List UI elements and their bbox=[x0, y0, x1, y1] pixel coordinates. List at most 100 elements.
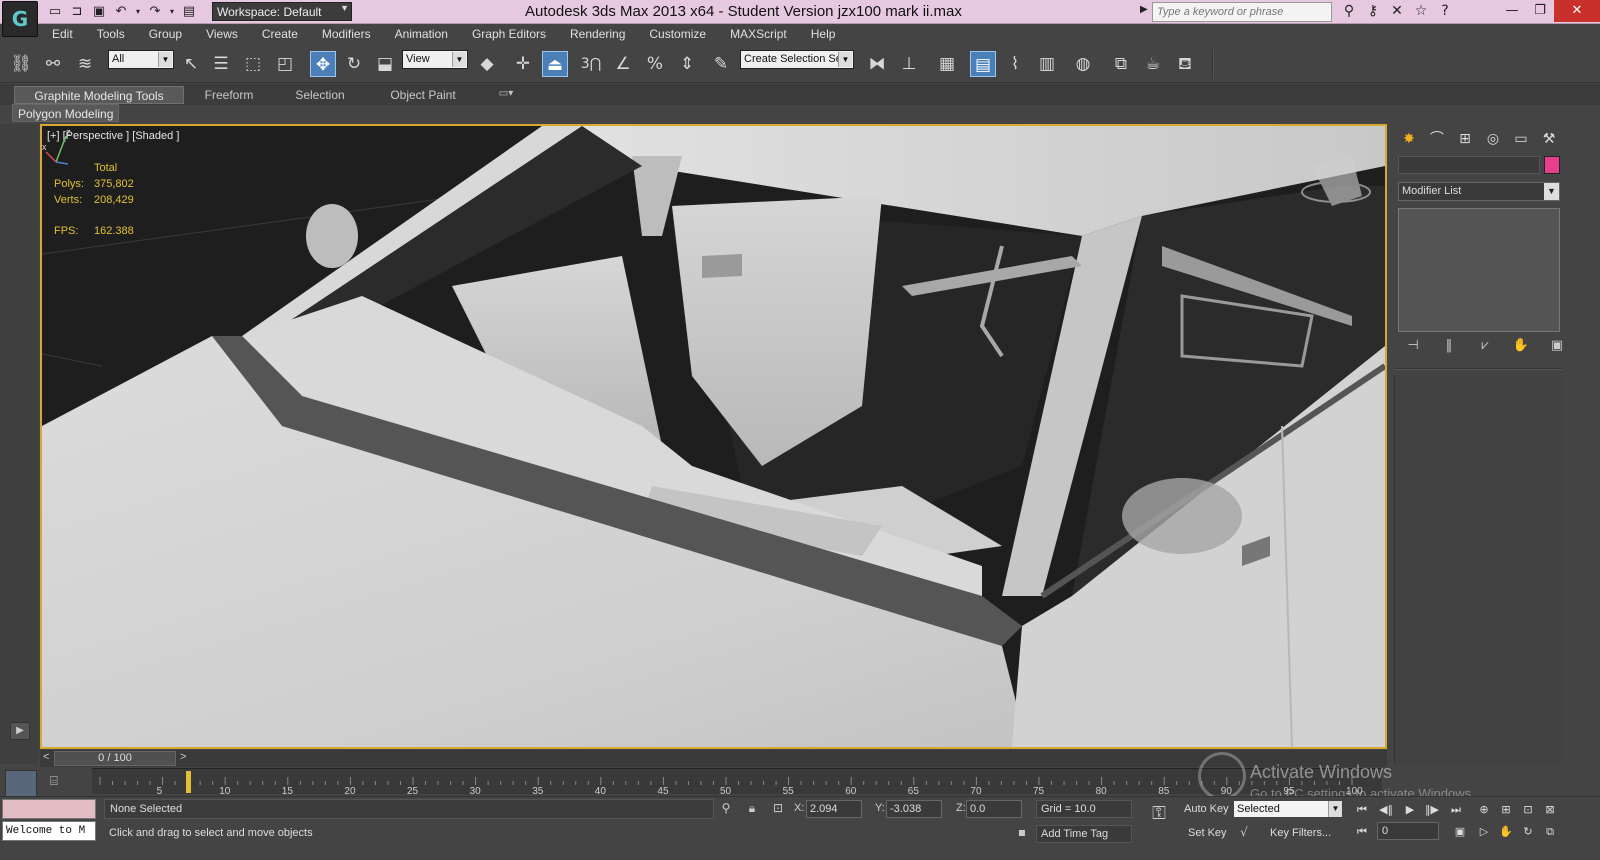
edit-named-selection-icon[interactable]: ✎ bbox=[708, 51, 734, 77]
zoom-extents-icon[interactable]: ⊡ bbox=[1518, 801, 1538, 819]
communication-icon[interactable]: ✕ bbox=[1388, 3, 1406, 21]
expand-trackbar-icon[interactable]: ▶ bbox=[10, 722, 30, 740]
add-time-tag-button[interactable]: Add Time Tag bbox=[1036, 825, 1132, 843]
favorites-star-icon[interactable]: ☆ bbox=[1412, 3, 1430, 21]
redo-dropdown-icon[interactable]: ▾ bbox=[168, 3, 176, 21]
hierarchy-tab-icon[interactable]: ⊞ bbox=[1454, 128, 1476, 150]
next-key-icon[interactable]: ‖▶ bbox=[1422, 801, 1442, 819]
perspective-viewport[interactable]: [+] [Perspective ] [Shaded ] Total Polys… bbox=[40, 124, 1387, 749]
new-file-icon[interactable]: ▭ bbox=[46, 3, 64, 21]
render-production-icon[interactable]: ⛾ bbox=[1172, 51, 1198, 77]
zoom-icon[interactable]: ⊕ bbox=[1474, 801, 1494, 819]
ribbon-options-icon[interactable]: ▭▾ bbox=[492, 86, 520, 104]
play-icon[interactable]: ▶ bbox=[1400, 801, 1420, 819]
isolate-selection-icon[interactable]: ⚲ bbox=[718, 801, 734, 817]
menu-help[interactable]: Help bbox=[799, 25, 848, 45]
minimize-icon[interactable]: — bbox=[1498, 0, 1526, 22]
object-color-swatch[interactable] bbox=[1544, 156, 1560, 174]
render-setup-icon[interactable]: ⧉ bbox=[1108, 51, 1134, 77]
bind-space-warp-icon[interactable]: ≋ bbox=[72, 51, 98, 77]
project-folder-icon[interactable]: ▤ bbox=[180, 3, 198, 21]
modifier-list-dropdown[interactable]: Modifier List ▼ bbox=[1398, 182, 1560, 201]
undo-dropdown-icon[interactable]: ▾ bbox=[134, 3, 142, 21]
select-and-move-icon[interactable]: ✥ bbox=[310, 51, 336, 77]
key-mode-dropdown[interactable]: Selected ▼ bbox=[1233, 800, 1343, 818]
go-to-start-icon[interactable]: ⏮ bbox=[1352, 801, 1372, 819]
app-logo[interactable]: G bbox=[2, 1, 38, 37]
select-and-rotate-icon[interactable]: ↻ bbox=[341, 51, 367, 77]
schematic-view-icon[interactable]: ▥ bbox=[1034, 51, 1060, 77]
menu-rendering[interactable]: Rendering bbox=[558, 25, 637, 45]
x-coord-field[interactable]: 2.094 bbox=[806, 800, 862, 818]
show-end-result-icon[interactable]: ‖ bbox=[1440, 338, 1458, 356]
unlink-icon[interactable]: ⚯ bbox=[40, 51, 66, 77]
configure-modifier-sets-icon[interactable]: ▣ bbox=[1548, 338, 1566, 356]
tab-freeform[interactable]: Freeform bbox=[196, 86, 262, 104]
select-object-icon[interactable]: ↖ bbox=[178, 51, 204, 77]
binoculars-icon[interactable]: ⚲ bbox=[1340, 3, 1358, 21]
angle-snap-icon[interactable]: ∠ bbox=[610, 51, 636, 77]
key-filters-button[interactable]: Key Filters... bbox=[1268, 825, 1333, 841]
ribbon-panel-polygon-modeling[interactable]: Polygon Modeling bbox=[12, 104, 120, 122]
selection-region-icon[interactable]: ⬚ bbox=[240, 51, 266, 77]
previous-key-icon[interactable]: ◀‖ bbox=[1376, 801, 1396, 819]
modifier-stack[interactable] bbox=[1398, 208, 1560, 332]
absolute-relative-transform-icon[interactable]: ⊡ bbox=[770, 801, 786, 817]
track-bar-options-icon[interactable]: ⌸ bbox=[50, 774, 58, 789]
orbit-icon[interactable]: ↻ bbox=[1518, 823, 1538, 841]
help-icon[interactable]: ? bbox=[1436, 3, 1454, 21]
tab-graphite-modeling-tools[interactable]: Graphite Modeling Tools bbox=[14, 86, 184, 104]
reference-coordinate-dropdown[interactable]: View ▼ bbox=[402, 50, 468, 69]
search-expand-icon[interactable]: ▶ bbox=[1140, 4, 1148, 15]
maxscript-output[interactable]: Welcome to M bbox=[2, 821, 96, 841]
previous-frame-icon[interactable]: < bbox=[43, 751, 49, 763]
current-frame-indicator[interactable] bbox=[186, 771, 191, 793]
current-frame-field[interactable]: 0 bbox=[1377, 822, 1439, 840]
layer-manager-icon[interactable]: ▦ bbox=[934, 51, 960, 77]
display-tab-icon[interactable]: ▭ bbox=[1510, 128, 1532, 150]
zoom-extents-all-icon[interactable]: ⊠ bbox=[1540, 801, 1560, 819]
utilities-tab-icon[interactable]: ⚒ bbox=[1538, 128, 1560, 150]
pivot-center-icon[interactable]: ◆ bbox=[474, 51, 500, 77]
time-configuration-icon[interactable]: ▣ bbox=[1450, 823, 1470, 841]
manipulate-icon[interactable]: ✛ bbox=[510, 51, 536, 77]
menu-graph-editors[interactable]: Graph Editors bbox=[460, 25, 558, 45]
material-editor-icon[interactable]: ◍ bbox=[1070, 51, 1096, 77]
selection-filter-dropdown[interactable]: All ▼ bbox=[108, 50, 174, 69]
workspace-dropdown[interactable]: Workspace: Default ▼ bbox=[212, 2, 352, 21]
subscription-icon[interactable]: ⚷ bbox=[1364, 3, 1382, 21]
key-mode-toggle-icon[interactable]: ⏮ bbox=[1352, 823, 1372, 841]
menu-edit[interactable]: Edit bbox=[40, 25, 85, 45]
remove-modifier-icon[interactable]: ✋ bbox=[1512, 338, 1530, 356]
key-tangent-icon[interactable]: √ bbox=[1236, 825, 1252, 841]
open-file-icon[interactable]: ⊐ bbox=[68, 3, 86, 21]
pin-stack-icon[interactable]: ⊣ bbox=[1404, 338, 1422, 356]
percent-snap-icon[interactable]: % bbox=[642, 51, 668, 77]
menu-create[interactable]: Create bbox=[250, 25, 310, 45]
motion-tab-icon[interactable]: ◎ bbox=[1482, 128, 1504, 150]
close-icon[interactable]: ✕ bbox=[1554, 0, 1600, 22]
select-by-name-icon[interactable]: ☰ bbox=[208, 51, 234, 77]
tab-selection[interactable]: Selection bbox=[284, 86, 356, 104]
mini-curve-editor-icon[interactable] bbox=[5, 770, 37, 798]
y-coord-field[interactable]: -3.038 bbox=[886, 800, 942, 818]
go-to-end-icon[interactable]: ⏭ bbox=[1446, 801, 1466, 819]
time-slider-track[interactable] bbox=[40, 750, 1387, 767]
pan-view-icon[interactable]: ✋ bbox=[1496, 823, 1516, 841]
mirror-icon[interactable]: ⧓ bbox=[864, 51, 890, 77]
zoom-all-icon[interactable]: ⊞ bbox=[1496, 801, 1516, 819]
menu-tools[interactable]: Tools bbox=[85, 25, 137, 45]
menu-animation[interactable]: Animation bbox=[383, 25, 460, 45]
redo-icon[interactable]: ↷ bbox=[146, 3, 164, 21]
track-bar[interactable]: 5 10 15 20 25 30 35 40 45 50 55 60 65 70 75 80 85 90 95 100 bbox=[92, 768, 1382, 795]
time-tag-icon[interactable]: ▪ bbox=[1014, 825, 1030, 841]
menu-modifiers[interactable]: Modifiers bbox=[310, 25, 383, 45]
field-of-view-icon[interactable]: ▷ bbox=[1474, 823, 1494, 841]
time-slider-thumb[interactable]: 0 / 100 bbox=[54, 751, 176, 766]
graphite-toggle-icon[interactable]: ▤ bbox=[970, 51, 996, 77]
align-icon[interactable]: ⊥ bbox=[896, 51, 922, 77]
keyboard-shortcut-override-icon[interactable]: ⏏ bbox=[542, 51, 568, 77]
tab-object-paint[interactable]: Object Paint bbox=[380, 86, 466, 104]
maxscript-listener-input[interactable] bbox=[2, 799, 96, 819]
auto-key-button[interactable]: Auto Key bbox=[1182, 801, 1231, 817]
